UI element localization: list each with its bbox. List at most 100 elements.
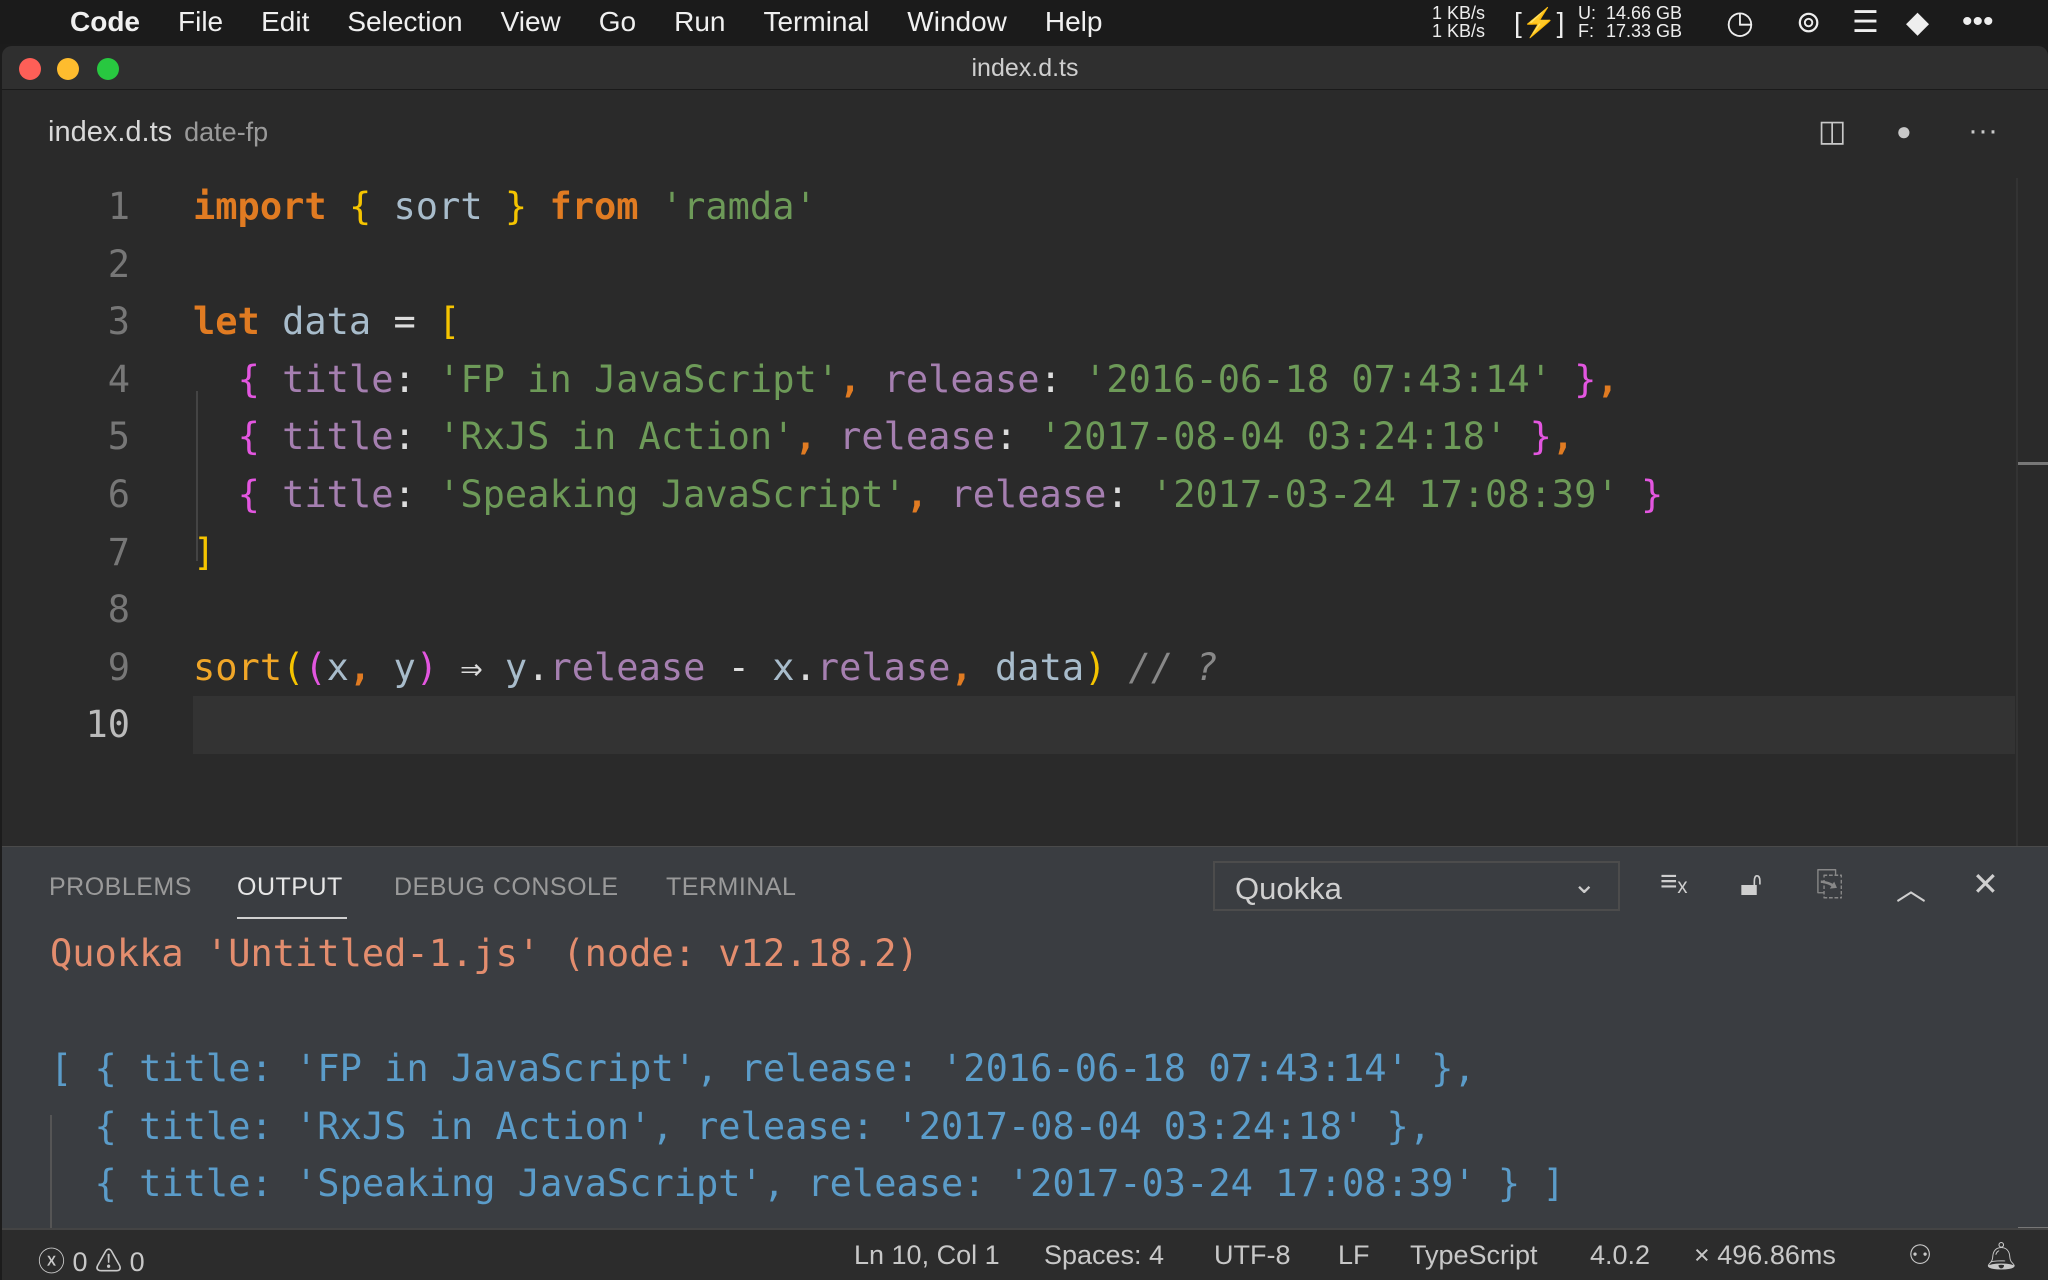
clock-icon[interactable]: ◷: [1726, 0, 1754, 44]
file-name[interactable]: index.d.ts: [48, 116, 172, 148]
output-line: Quokka 'Untitled-1.js' (node: v12.18.2): [50, 932, 919, 975]
code-token: // ?: [1106, 645, 1218, 689]
code-token: title: [259, 472, 394, 516]
clear-output-icon[interactable]: ≡ₓ: [1660, 865, 1687, 899]
code-text: sort((x, y) ⇒ y.release - x.relase, data…: [193, 639, 1218, 697]
indentation[interactable]: Spaces: 4: [1044, 1240, 1164, 1271]
code-text: { title: 'Speaking JavaScript', release:…: [193, 466, 1664, 524]
tab-debug-console[interactable]: DEBUG CONSOLE: [394, 873, 619, 902]
cursor-position[interactable]: Ln 10, Col 1: [854, 1240, 1000, 1271]
file-folder: date-fp: [184, 117, 269, 147]
line-number: 4: [107, 357, 130, 401]
code-line[interactable]: 5 { title: 'RxJS in Action', release: '2…: [2, 408, 2048, 466]
code-token: =: [393, 300, 416, 344]
open-log-file-icon[interactable]: ⎘: [1816, 865, 1843, 904]
app-tray-icon[interactable]: ◆: [1906, 0, 1929, 44]
chevron-down-icon: ⌄: [1572, 868, 1596, 899]
error-icon: ⓧ: [38, 1247, 65, 1277]
menu-terminal[interactable]: Terminal: [763, 6, 869, 38]
menu-window[interactable]: Window: [907, 6, 1007, 38]
network-monitor[interactable]: 1 KB/s 1 KB/s: [1432, 0, 1485, 44]
error-count: 0: [72, 1247, 88, 1277]
battery-charging-icon[interactable]: [⚡]: [1514, 0, 1564, 44]
editor-header: index.d.ts date-fp ◫ ● ···: [2, 90, 2048, 168]
menu-file[interactable]: File: [178, 6, 223, 38]
code-line[interactable]: 2: [2, 236, 2048, 294]
code-line[interactable]: 9 sort((x, y) ⇒ y.release - x.relase, dat…: [2, 639, 2048, 697]
output-line: { title: 'RxJS in Action', release: '201…: [50, 1104, 1432, 1148]
code-token: data: [259, 300, 394, 344]
code-text: import { sort } from 'ramda': [193, 178, 817, 236]
code-token: relase: [816, 645, 951, 689]
code-token: '2016-06-18 07:43:14': [1084, 357, 1552, 401]
disk-free-label: F:: [1578, 21, 1594, 41]
code-token: }: [1529, 415, 1552, 459]
code-token: release: [549, 645, 706, 689]
editor-scrollbar[interactable]: [2016, 178, 2018, 888]
wifi-link-icon[interactable]: ⊚: [1796, 0, 1821, 44]
notifications-bell-icon[interactable]: 🔔︎: [1984, 1240, 2018, 1272]
encoding[interactable]: UTF-8: [1214, 1240, 1291, 1271]
code-token: ): [1084, 645, 1107, 689]
code-text: let data = [: [193, 293, 460, 351]
code-token: ,: [348, 645, 394, 689]
menu-help[interactable]: Help: [1045, 6, 1103, 38]
close-panel-icon[interactable]: ✕: [1972, 865, 1999, 903]
code-text: { title: 'RxJS in Action', release: '201…: [193, 408, 1575, 466]
line-ending[interactable]: LF: [1338, 1240, 1370, 1271]
unsaved-dot-icon[interactable]: ●: [1896, 116, 1912, 147]
code-line[interactable]: 6 { title: 'Speaking JavaScript', releas…: [2, 466, 2048, 524]
more-icon[interactable]: •••: [1962, 0, 1994, 44]
code-line[interactable]: 1 import { sort } from 'ramda': [2, 178, 2048, 236]
menu-edit[interactable]: Edit: [261, 6, 309, 38]
current-line-highlight: [193, 696, 2015, 754]
lock-icon[interactable]: 🔓︎: [1740, 865, 1762, 904]
disk-monitor[interactable]: U: F: 14.66 GB 17.33 GB: [1578, 0, 1682, 44]
problems-status[interactable]: ⓧ 0 ⚠ 0: [38, 1240, 145, 1279]
control-center-icon[interactable]: ☰: [1852, 0, 1879, 44]
maximize-panel-icon[interactable]: ︿: [1896, 865, 1926, 909]
tab-output[interactable]: OUTPUT: [237, 873, 343, 902]
output-channel-select[interactable]: Quokka ⌄: [1213, 861, 1620, 911]
code-line[interactable]: 4 { title: 'FP in JavaScript', release: …: [2, 351, 2048, 409]
scrollbar-thumb[interactable]: [2018, 462, 2048, 465]
code-token: {: [237, 415, 260, 459]
code-line[interactable]: 10: [2, 696, 2048, 754]
indent-guide: [196, 391, 198, 561]
net-down: 1 KB/s: [1432, 21, 1486, 41]
line-number: 9: [107, 645, 130, 689]
menu-run[interactable]: Run: [674, 6, 725, 38]
code-editor[interactable]: 1 import { sort } from 'ramda' 2 3 let data …: [2, 178, 2048, 754]
tab-terminal[interactable]: TERMINAL: [666, 873, 796, 902]
menu-app-name[interactable]: Code: [70, 6, 140, 38]
code-token: :: [1039, 357, 1085, 401]
tab-problems[interactable]: PROBLEMS: [49, 873, 192, 902]
split-editor-icon[interactable]: ◫: [1818, 114, 1846, 149]
output-view[interactable]: Quokka 'Untitled-1.js' (node: v12.18.2) …: [2, 925, 2048, 1213]
code-line[interactable]: 8: [2, 581, 2048, 639]
ts-version[interactable]: 4.0.2: [1590, 1240, 1650, 1271]
code-token: '2017-08-04 03:24:18': [1039, 415, 1508, 459]
quokka-timing[interactable]: × 496.86ms: [1694, 1240, 1836, 1271]
menu-go[interactable]: Go: [599, 6, 636, 38]
warning-count: 0: [129, 1247, 145, 1277]
line-number: 6: [107, 472, 130, 516]
more-actions-icon[interactable]: ···: [1968, 114, 1998, 148]
code-token: release: [950, 472, 1107, 516]
code-token: ,: [839, 357, 884, 401]
code-line[interactable]: 3 let data = [: [2, 293, 2048, 351]
code-line[interactable]: 7]: [2, 524, 2048, 582]
menu-selection[interactable]: Selection: [347, 6, 462, 38]
menu-view[interactable]: View: [501, 6, 561, 38]
code-token: -: [705, 645, 773, 689]
feedback-icon[interactable]: ⚇: [1908, 1240, 1932, 1271]
code-token: 'RxJS in Action': [438, 415, 795, 459]
language-mode[interactable]: TypeScript: [1410, 1240, 1538, 1271]
code-token: ,: [794, 415, 840, 459]
code-text: { title: 'FP in JavaScript', release: '2…: [193, 351, 1619, 409]
